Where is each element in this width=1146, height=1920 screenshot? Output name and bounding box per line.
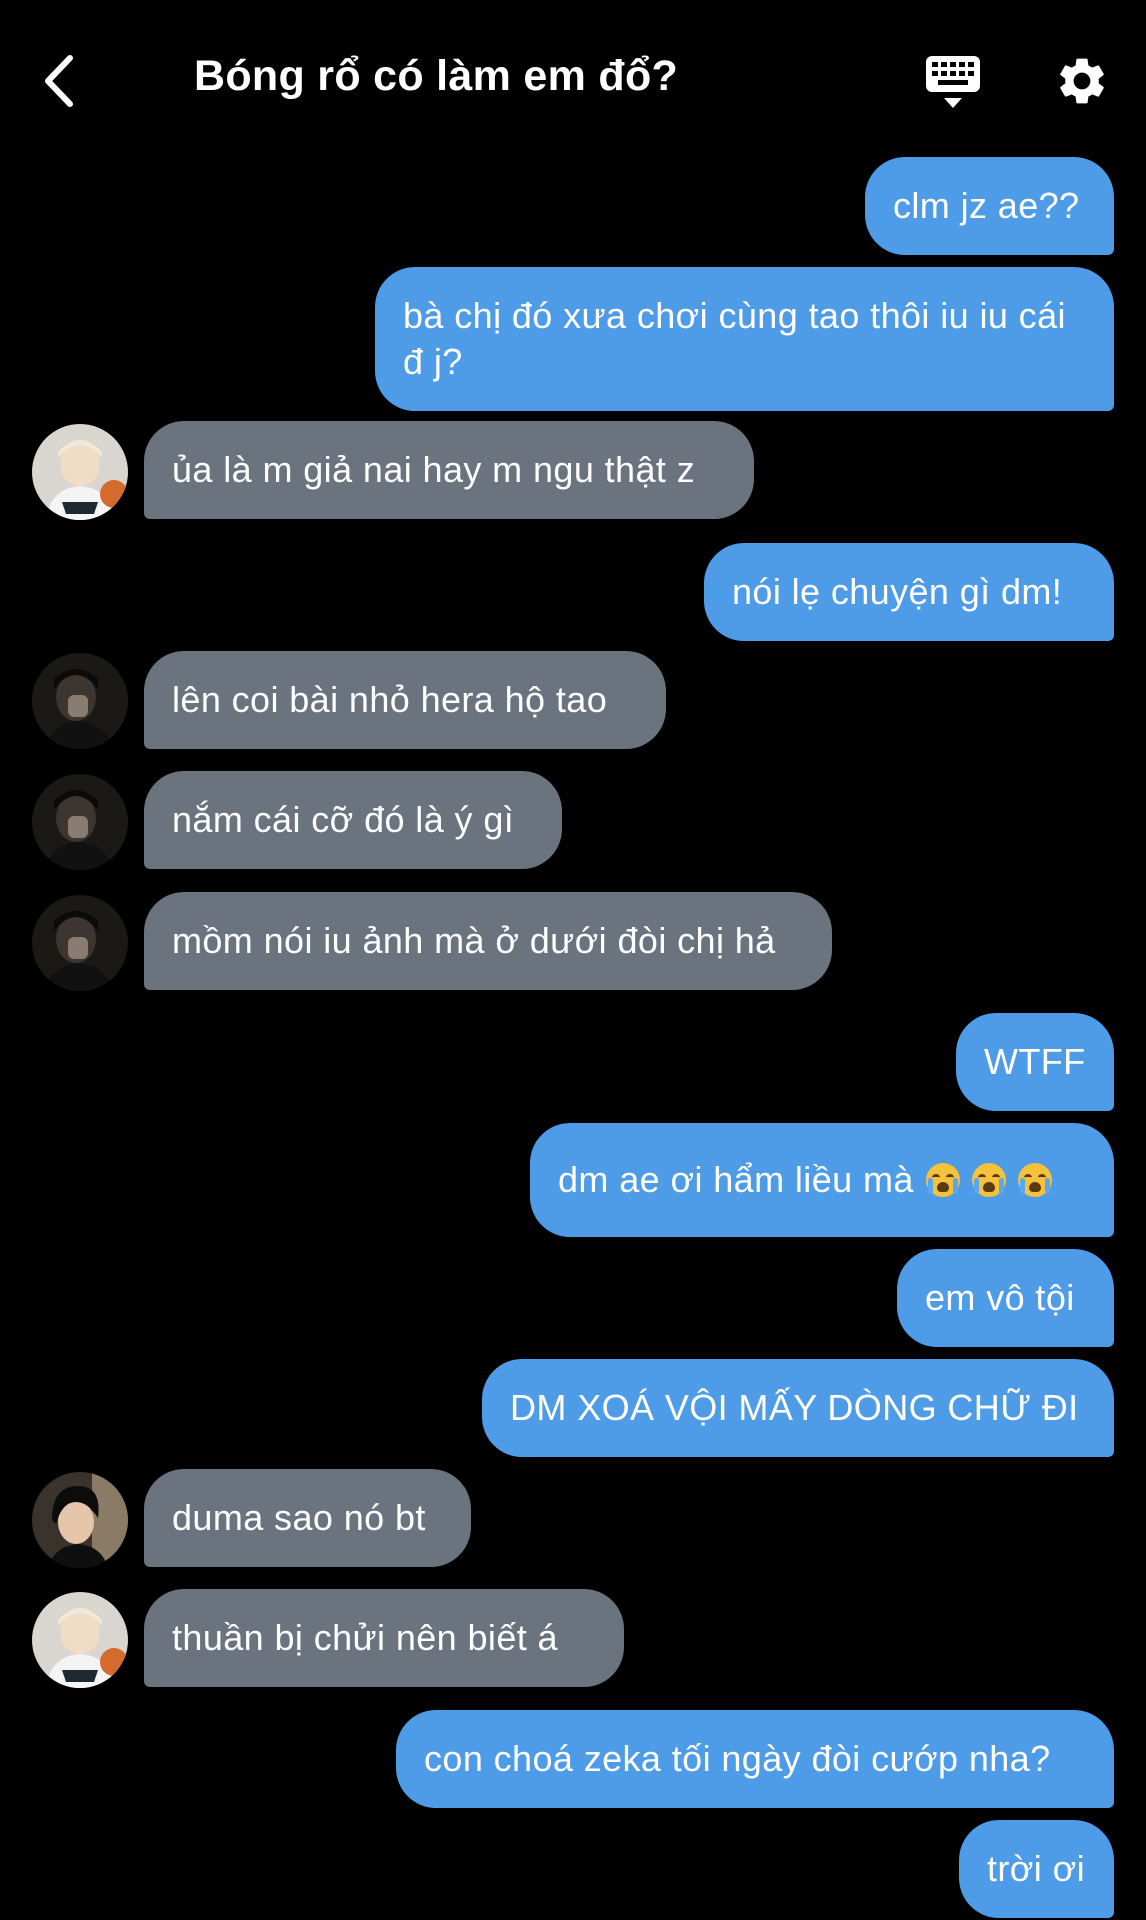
avatar-dark-icon [32,895,128,991]
avatar[interactable] [32,895,128,991]
message-text: bà chị đó xưa chơi cùng tao thôi iu iu c… [403,295,1066,382]
message-bubble-outgoing[interactable]: bà chị đó xưa chơi cùng tao thôi iu iu c… [375,267,1114,411]
avatar[interactable] [32,424,128,520]
message-bubble-outgoing[interactable]: clm jz ae?? [865,157,1114,255]
message-bubble-incoming[interactable]: nắm cái cỡ đó là ý gì [144,771,562,869]
message-text: ủa là m giả nai hay m ngu thật z [172,449,696,490]
avatar[interactable] [32,774,128,870]
message-bubble-outgoing[interactable]: DM XOÁ VỘI MẤY DÒNG CHỮ ĐI [482,1359,1114,1457]
message-bubble-outgoing[interactable]: em vô tội [897,1249,1114,1347]
message-text: nói lẹ chuyện gì dm! [732,571,1063,612]
avatar[interactable] [32,1472,128,1568]
message-bubble-outgoing[interactable]: dm ae ơi hẩm liều mà [530,1123,1114,1237]
avatar[interactable] [32,1592,128,1688]
loudly-crying-face-icon [971,1163,1006,1197]
avatar-blonde-icon [32,424,128,520]
avatar-black-hair-icon [32,1472,128,1568]
message-text: clm jz ae?? [893,185,1080,226]
message-bubble-incoming[interactable]: mồm nói iu ảnh mà ở dưới đòi chị hả [144,892,832,990]
message-text: duma sao nó bt [172,1497,426,1538]
message-bubble-outgoing[interactable]: nói lẹ chuyện gì dm! [704,543,1114,641]
message-bubble-incoming[interactable]: duma sao nó bt [144,1469,471,1567]
message-text: mồm nói iu ảnh mà ở dưới đòi chị hả [172,920,776,961]
message-bubble-incoming[interactable]: thuần bị chửi nên biết á [144,1589,624,1687]
message-text: thuần bị chửi nên biết á [172,1617,558,1658]
message-bubble-incoming[interactable]: ủa là m giả nai hay m ngu thật z [144,421,754,519]
message-bubble-incoming[interactable]: lên coi bài nhỏ hera hộ tao [144,651,666,749]
avatar-dark-icon [32,774,128,870]
message-text: trời ơi [987,1848,1086,1889]
avatar-blonde-icon [32,1592,128,1688]
message-thread: clm jz ae?? bà chị đó xưa chơi cùng tao … [0,0,1146,1920]
message-text: nắm cái cỡ đó là ý gì [172,799,515,840]
loudly-crying-face-icon [1017,1163,1052,1197]
avatar[interactable] [32,653,128,749]
message-text: dm ae ơi hẩm liều mà [558,1159,914,1200]
message-text: DM XOÁ VỘI MẤY DÒNG CHỮ ĐI [510,1387,1079,1428]
loudly-crying-face-icon [925,1163,960,1197]
message-bubble-outgoing[interactable]: trời ơi [959,1820,1114,1918]
message-text: em vô tội [925,1277,1075,1318]
message-text: lên coi bài nhỏ hera hộ tao [172,679,608,720]
avatar-dark-icon [32,653,128,749]
message-bubble-outgoing[interactable]: WTFF [956,1013,1114,1111]
message-text: WTFF [984,1041,1086,1082]
message-text: con choá zeka tối ngày đòi cướp nha? [424,1738,1051,1779]
message-bubble-outgoing[interactable]: con choá zeka tối ngày đòi cướp nha? [396,1710,1114,1808]
